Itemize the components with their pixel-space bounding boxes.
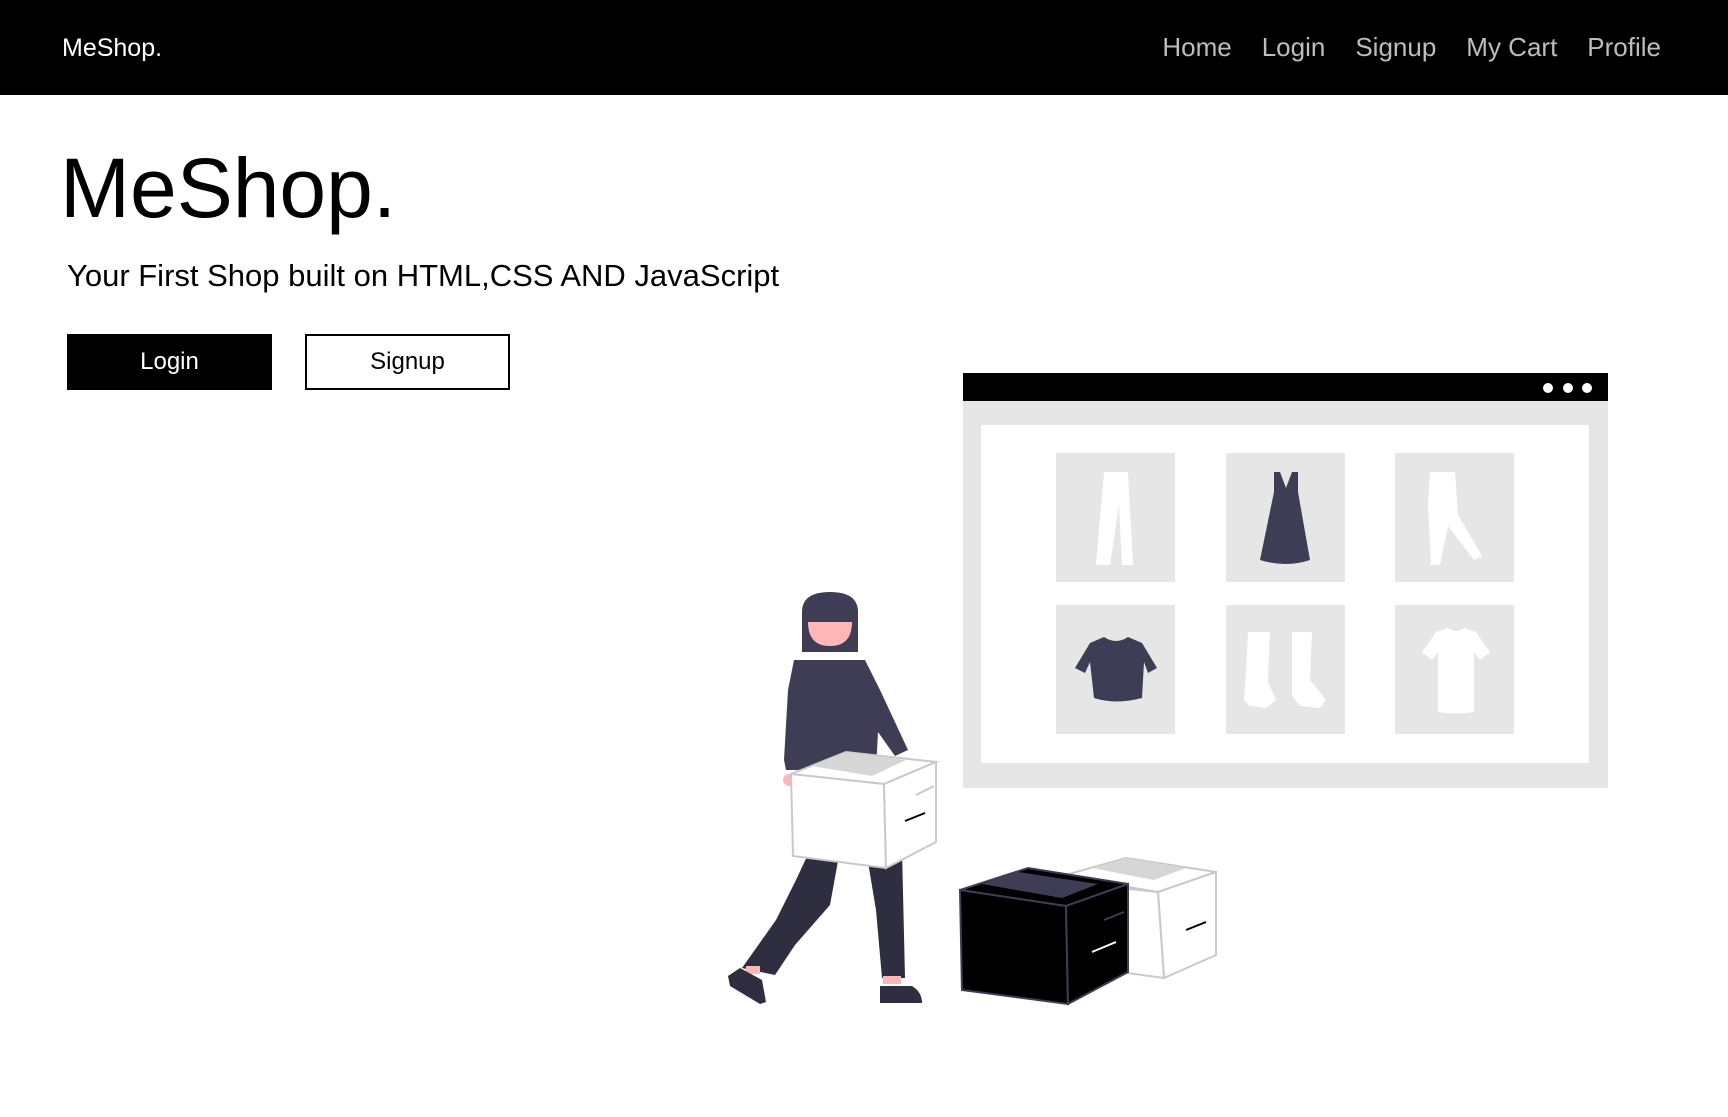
black-box-graphic xyxy=(958,866,1129,1006)
browser-window-graphic xyxy=(963,373,1608,788)
nav-links: Home Login Signup My Cart Profile xyxy=(1132,31,1661,63)
brand-logo[interactable]: MeShop. xyxy=(62,33,162,63)
hero-title: MeShop. xyxy=(60,141,397,235)
nav-link-profile[interactable]: Profile xyxy=(1587,31,1661,63)
navbar: MeShop. Home Login Signup My Cart Profil… xyxy=(0,0,1728,95)
nav-link-login[interactable]: Login xyxy=(1262,31,1326,63)
nav-link-home[interactable]: Home xyxy=(1162,31,1231,63)
held-box-graphic xyxy=(789,750,940,870)
shopping-illustration xyxy=(728,373,1608,1006)
nav-link-my-cart[interactable]: My Cart xyxy=(1466,31,1557,63)
signup-button[interactable]: Signup xyxy=(305,334,510,390)
login-button[interactable]: Login xyxy=(67,334,272,390)
hero-subtitle: Your First Shop built on HTML,CSS AND Ja… xyxy=(67,258,780,293)
nav-link-signup[interactable]: Signup xyxy=(1355,31,1436,63)
